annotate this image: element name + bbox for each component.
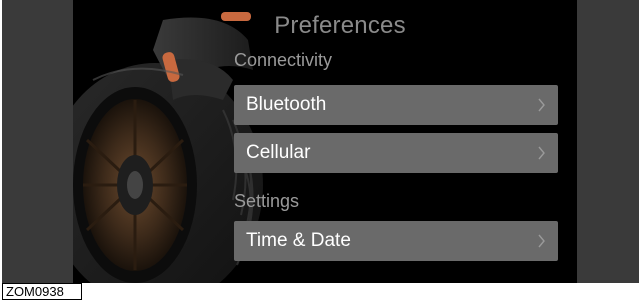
- figure-label: ZOM0938: [2, 283, 82, 300]
- section-header-settings: Settings: [234, 191, 300, 211]
- chevron-right-icon: [538, 146, 545, 160]
- section-header-connectivity: Connectivity: [234, 50, 333, 70]
- right-bezel: [577, 0, 639, 283]
- chevron-right-icon: [538, 234, 545, 248]
- menu-item-label: Time & Date: [246, 230, 351, 251]
- menu-item-cellular[interactable]: Cellular: [234, 133, 558, 173]
- menu-item-bluetooth[interactable]: Bluetooth: [234, 85, 558, 125]
- menu-item-time-date[interactable]: Time & Date: [234, 221, 558, 261]
- left-bezel: [2, 0, 73, 283]
- chevron-right-icon: [538, 98, 545, 112]
- page-title: Preferences: [274, 12, 406, 39]
- display-screen: Preferences Connectivity Bluetooth Cellu…: [73, 0, 577, 283]
- menu-item-label: Bluetooth: [246, 94, 327, 115]
- figure: Preferences Connectivity Bluetooth Cellu…: [0, 0, 639, 300]
- menu-item-label: Cellular: [246, 142, 311, 163]
